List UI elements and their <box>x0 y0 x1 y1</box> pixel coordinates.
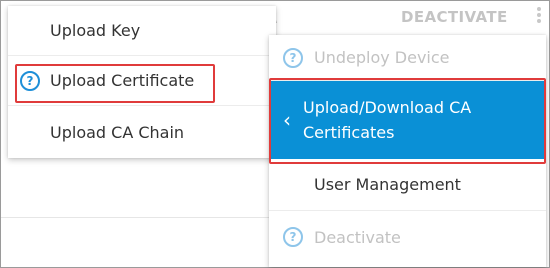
screenshot-frame: A DEACTIVATE Upload Key ? Upload Certifi… <box>0 0 550 268</box>
menu-item-upload-certificate[interactable]: ? Upload Certificate <box>8 56 276 106</box>
menu-item-label: User Management <box>314 175 461 194</box>
kebab-menu-icon[interactable] <box>536 7 542 27</box>
menu-item-label: Deactivate <box>314 227 401 247</box>
upload-submenu: Upload Key ? Upload Certificate Upload C… <box>8 6 276 158</box>
menu-item-label: Upload Key <box>50 21 141 40</box>
background-divider <box>1 217 277 218</box>
menu-item-user-management[interactable]: User Management <box>269 159 546 211</box>
menu-item-upload-download-ca-certificates[interactable]: ‹ Upload/Download CA Certificates <box>269 81 546 159</box>
menu-item-label: Upload Certificate <box>50 71 195 90</box>
menu-item-label-line1: Upload/Download CA <box>303 98 472 117</box>
menu-item-label: Upload/Download CA Certificates <box>303 95 471 145</box>
help-icon[interactable]: ? <box>283 227 303 247</box>
background-deactivate-button[interactable]: DEACTIVATE <box>401 8 508 26</box>
help-icon[interactable]: ? <box>20 70 40 91</box>
menu-item-deactivate[interactable]: ? Deactivate <box>269 211 546 263</box>
menu-item-label: Undeploy Device <box>314 48 450 67</box>
device-actions-menu: ? Undeploy Device ‹ Upload/Download CA C… <box>269 35 546 267</box>
menu-item-label-line2: Certificates <box>303 123 395 142</box>
menu-item-upload-key[interactable]: Upload Key <box>8 6 276 56</box>
help-icon[interactable]: ? <box>283 47 303 68</box>
menu-item-undeploy-device[interactable]: ? Undeploy Device <box>269 35 546 81</box>
menu-item-upload-ca-chain[interactable]: Upload CA Chain <box>8 106 276 158</box>
chevron-left-icon: ‹ <box>283 108 291 132</box>
menu-item-label: Upload CA Chain <box>50 122 185 142</box>
